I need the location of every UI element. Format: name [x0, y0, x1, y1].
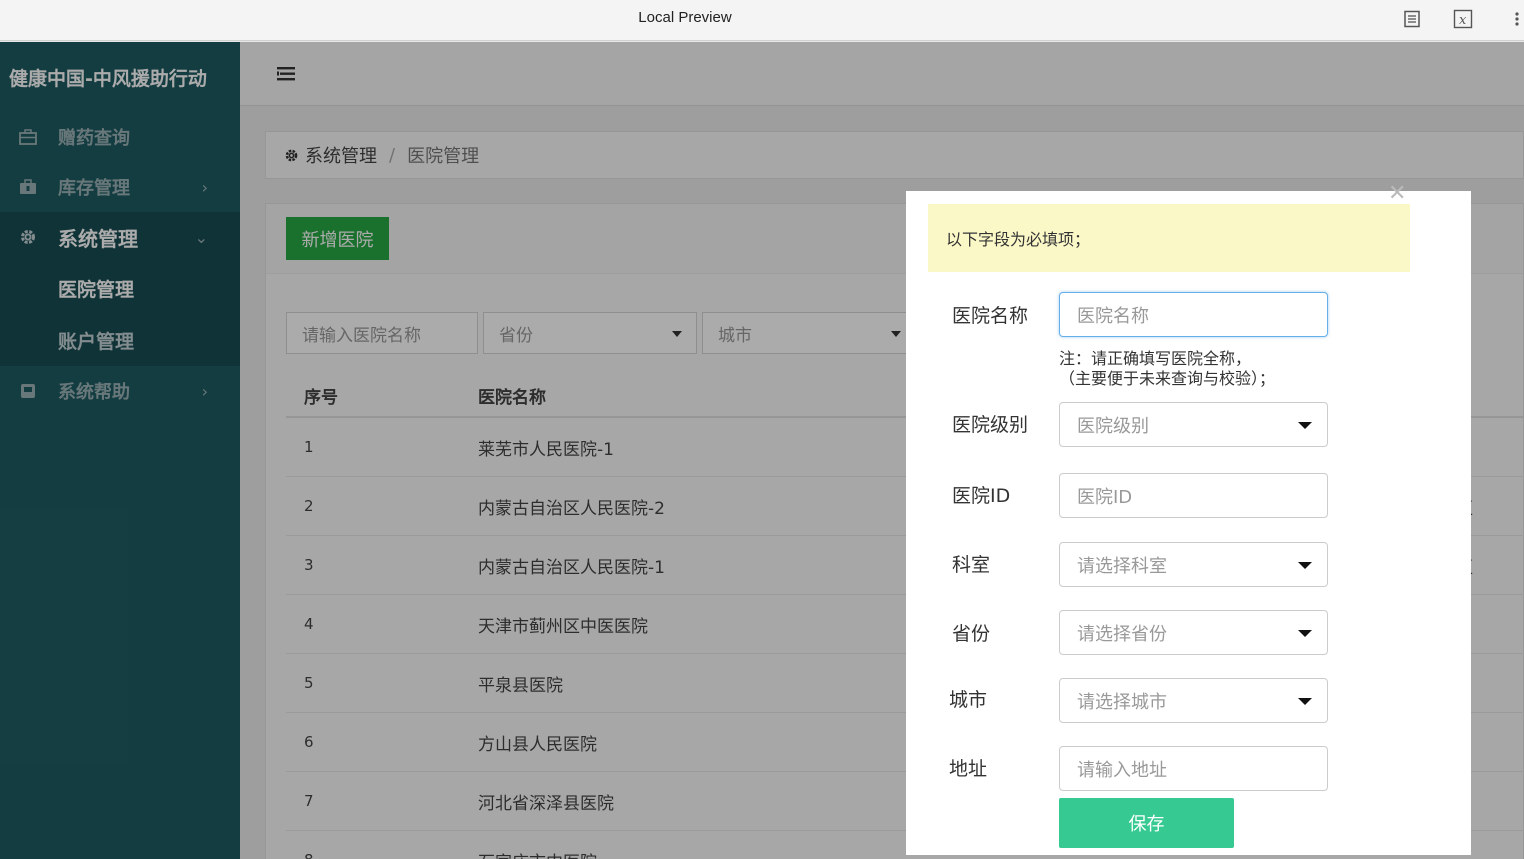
reader-icon[interactable]	[1401, 8, 1423, 30]
browser-title: Local Preview	[638, 9, 732, 26]
note-line-2: （主要便于未来查询与校验）；	[1059, 369, 1276, 388]
hospital-level-value: 医院级别	[1077, 415, 1149, 437]
more-icon[interactable]	[1506, 8, 1524, 30]
department-label: 科室	[952, 554, 991, 576]
caret-down-icon	[1298, 562, 1312, 569]
close-icon[interactable]: ✕	[1388, 181, 1406, 206]
city-label: 城市	[949, 689, 988, 711]
department-value: 请选择科室	[1077, 555, 1167, 577]
formula-icon[interactable]: x	[1452, 8, 1474, 30]
hospital-level-select[interactable]: 医院级别	[1059, 402, 1328, 447]
note-line-1: 注：请正确填写医院全称，	[1059, 349, 1252, 368]
caret-down-icon	[1298, 698, 1312, 705]
caret-down-icon	[1298, 630, 1312, 637]
province-value: 请选择省份	[1077, 623, 1167, 645]
caret-down-icon	[1298, 422, 1312, 429]
save-button[interactable]: 保存	[1059, 798, 1234, 848]
hospital-name-note: 注：请正确填写医院全称， （主要便于未来查询与校验）；	[1059, 349, 1275, 389]
hospital-name-input[interactable]: 医院名称	[1059, 292, 1328, 337]
department-select[interactable]: 请选择科室	[1059, 542, 1328, 587]
city-value: 请选择城市	[1077, 691, 1167, 713]
required-fields-alert: 以下字段为必填项；	[928, 204, 1410, 272]
address-input[interactable]: 请输入地址	[1059, 746, 1328, 791]
province-label: 省份	[952, 623, 991, 645]
svg-text:x: x	[1459, 13, 1467, 28]
province-select[interactable]: 请选择省份	[1059, 610, 1328, 655]
browser-toolbar: Local Preview x	[0, 0, 1524, 41]
add-hospital-modal: ✕ 以下字段为必填项； 医院名称 医院名称 注：请正确填写医院全称， （主要便于…	[906, 181, 1471, 855]
hospital-id-input[interactable]: 医院ID	[1059, 473, 1328, 518]
hospital-name-label: 医院名称	[952, 305, 1029, 327]
hospital-level-label: 医院级别	[952, 414, 1029, 436]
address-label: 地址	[949, 758, 988, 780]
hospital-id-label: 医院ID	[952, 485, 1011, 507]
city-select[interactable]: 请选择城市	[1059, 678, 1328, 723]
